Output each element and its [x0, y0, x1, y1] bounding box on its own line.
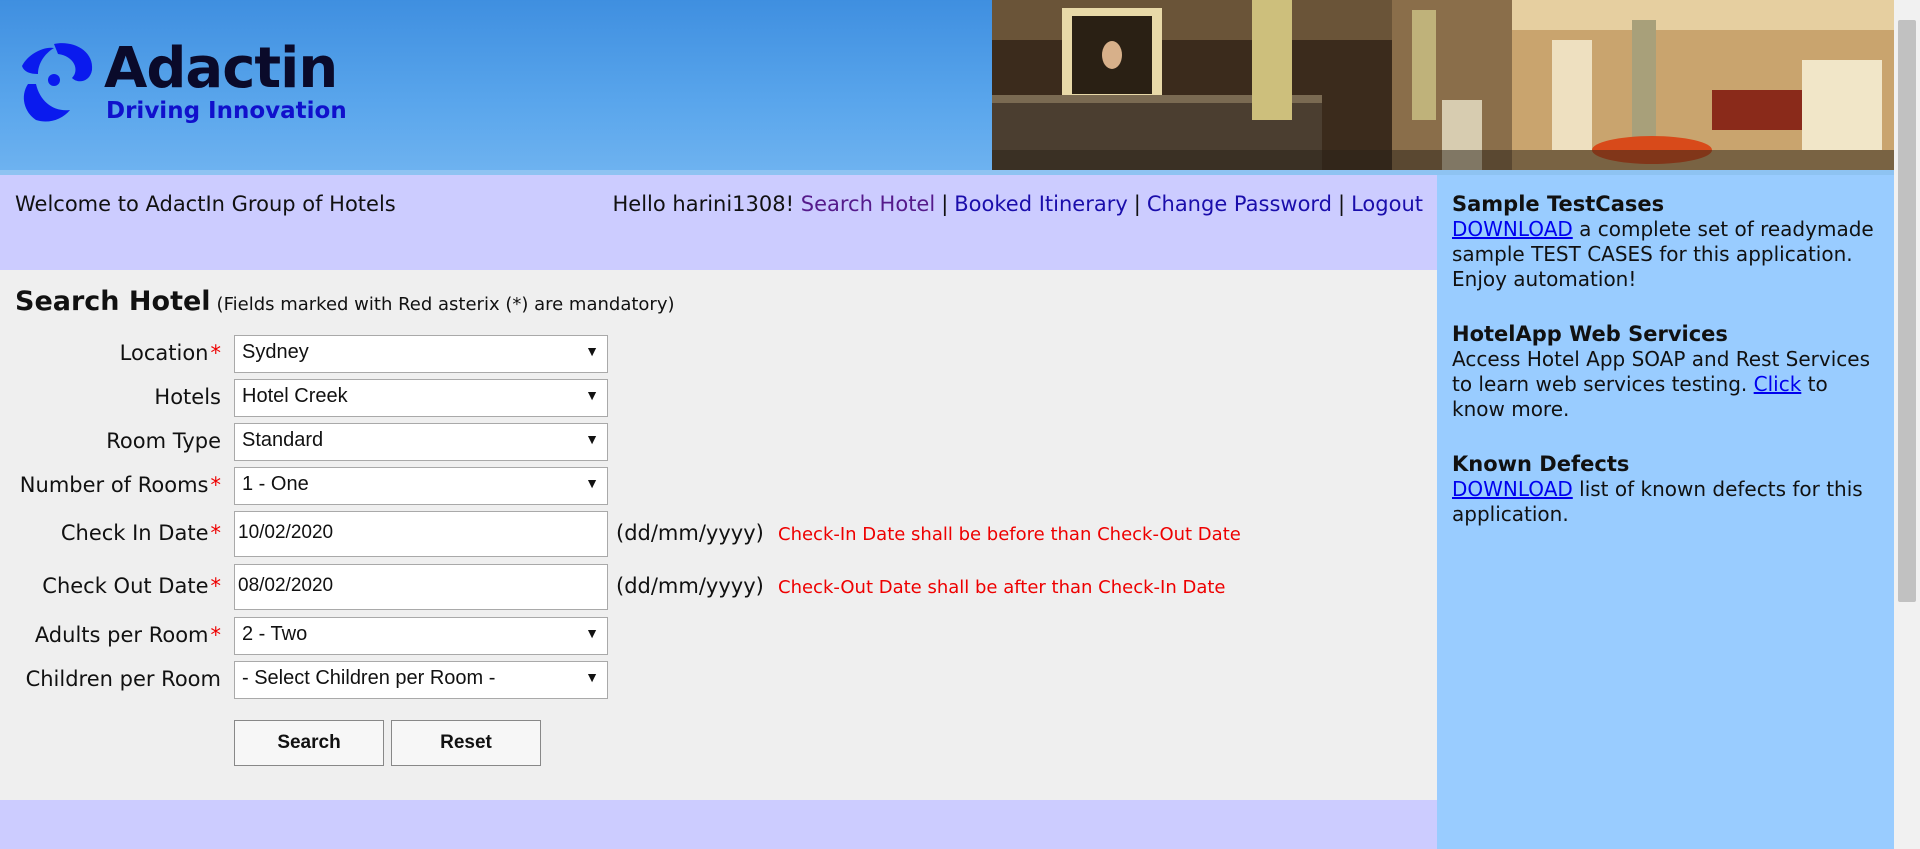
main-content: Welcome to AdactIn Group of Hotels Hello…	[0, 175, 1437, 849]
user-greeting: Hello harini1308!	[612, 192, 795, 216]
check-in-date-input[interactable]: 10/02/2020	[234, 511, 608, 557]
triangle-down-icon: ▼	[585, 475, 599, 491]
web-services-title: HotelApp Web Services	[1452, 322, 1728, 346]
brand-name: Adactin	[104, 36, 338, 101]
children-label: Children per Room	[25, 667, 221, 691]
location-row: Location* Sydney ▼	[0, 335, 1437, 373]
check-out-label: Check Out Date*	[42, 574, 221, 598]
room-type-select[interactable]: Standard ▼	[234, 423, 608, 461]
children-row: Children per Room - Select Children per …	[0, 661, 1437, 699]
web-services-click-link[interactable]: Click	[1754, 372, 1802, 396]
nav-change-password-link[interactable]: Change Password	[1147, 192, 1332, 216]
sample-testcases-block: Sample TestCases DOWNLOAD a complete set…	[1452, 192, 1882, 292]
nav-logout-link[interactable]: Logout	[1351, 192, 1423, 216]
adults-select[interactable]: 2 - Two ▼	[234, 617, 608, 655]
hotel-lobby-banner	[992, 0, 1894, 170]
check-in-label: Check In Date*	[60, 521, 222, 545]
room-type-row: Room Type Standard ▼	[0, 423, 1437, 461]
hotels-label: Hotels	[154, 385, 221, 409]
location-select[interactable]: Sydney ▼	[234, 335, 608, 373]
adactin-swirl-logo	[22, 43, 93, 122]
form-heading: Search Hotel (Fields marked with Red aste…	[15, 286, 675, 317]
defects-download-link[interactable]: DOWNLOAD	[1452, 477, 1573, 501]
adults-row: Adults per Room* 2 - Two ▼	[0, 617, 1437, 655]
triangle-down-icon: ▼	[585, 387, 599, 403]
check-out-error: Check-Out Date shall be after than Check…	[778, 577, 1226, 598]
rooms-row: Number of Rooms* 1 - One ▼	[0, 467, 1437, 505]
triangle-down-icon: ▼	[585, 431, 599, 447]
welcome-bar: Welcome to AdactIn Group of Hotels Hello…	[0, 175, 1437, 270]
mandatory-note: (Fields marked with Red asterix (*) are …	[216, 294, 675, 315]
nav-search-hotel-link[interactable]: Search Hotel	[801, 192, 935, 216]
required-asterisk: *	[210, 473, 222, 497]
children-select[interactable]: - Select Children per Room - ▼	[234, 661, 608, 699]
required-asterisk: *	[210, 521, 222, 545]
info-sidebar: Sample TestCases DOWNLOAD a complete set…	[1437, 175, 1894, 849]
search-hotel-form: Search Hotel (Fields marked with Red aste…	[0, 270, 1437, 800]
sample-testcases-title: Sample TestCases	[1452, 192, 1665, 216]
triangle-down-icon: ▼	[585, 669, 599, 685]
known-defects-title: Known Defects	[1452, 452, 1630, 476]
nav-separator: |	[1338, 192, 1346, 216]
rooms-select[interactable]: 1 - One ▼	[234, 467, 608, 505]
room-type-label: Room Type	[106, 429, 221, 453]
date-format-hint: (dd/mm/yyyy)	[616, 521, 764, 545]
brand-tagline: Driving Innovation	[106, 98, 347, 124]
nav-separator: |	[1133, 192, 1141, 216]
adactin-logo[interactable]: Adactin Driving Innovation	[14, 36, 354, 130]
required-asterisk: *	[210, 574, 222, 598]
web-services-block: HotelApp Web Services Access Hotel App S…	[1452, 322, 1882, 422]
location-label: Location*	[119, 341, 222, 365]
user-navigation: Hello harini1308! Search Hotel | Booked It…	[612, 192, 1423, 216]
check-out-date-input[interactable]: 08/02/2020	[234, 564, 608, 610]
search-button[interactable]: Search	[234, 720, 384, 766]
check-out-row: Check Out Date* 08/02/2020 (dd/mm/yyyy) …	[0, 564, 1437, 610]
check-in-error: Check-In Date shall be before than Check…	[778, 524, 1241, 545]
welcome-text: Welcome to AdactIn Group of Hotels	[15, 192, 396, 216]
site-header: Adactin Driving Innovation	[0, 0, 1894, 175]
nav-separator: |	[941, 192, 949, 216]
date-format-hint: (dd/mm/yyyy)	[616, 574, 764, 598]
testcases-download-link[interactable]: DOWNLOAD	[1452, 217, 1573, 241]
rooms-label: Number of Rooms*	[19, 473, 222, 497]
required-asterisk: *	[210, 623, 222, 647]
triangle-down-icon: ▼	[585, 343, 599, 359]
hotels-row: Hotels Hotel Creek ▼	[0, 379, 1437, 417]
page-title: Search Hotel	[15, 286, 211, 317]
reset-button[interactable]: Reset	[391, 720, 541, 766]
nav-booked-itinerary-link[interactable]: Booked Itinerary	[954, 192, 1128, 216]
triangle-down-icon: ▼	[585, 625, 599, 641]
check-in-row: Check In Date* 10/02/2020 (dd/mm/yyyy) C…	[0, 511, 1437, 557]
page-scrollbar-thumb[interactable]	[1898, 20, 1916, 602]
required-asterisk: *	[210, 341, 222, 365]
form-buttons: Search Reset	[0, 720, 1437, 766]
known-defects-block: Known Defects DOWNLOAD list of known def…	[1452, 452, 1882, 527]
hotels-select[interactable]: Hotel Creek ▼	[234, 379, 608, 417]
adults-label: Adults per Room*	[34, 623, 222, 647]
